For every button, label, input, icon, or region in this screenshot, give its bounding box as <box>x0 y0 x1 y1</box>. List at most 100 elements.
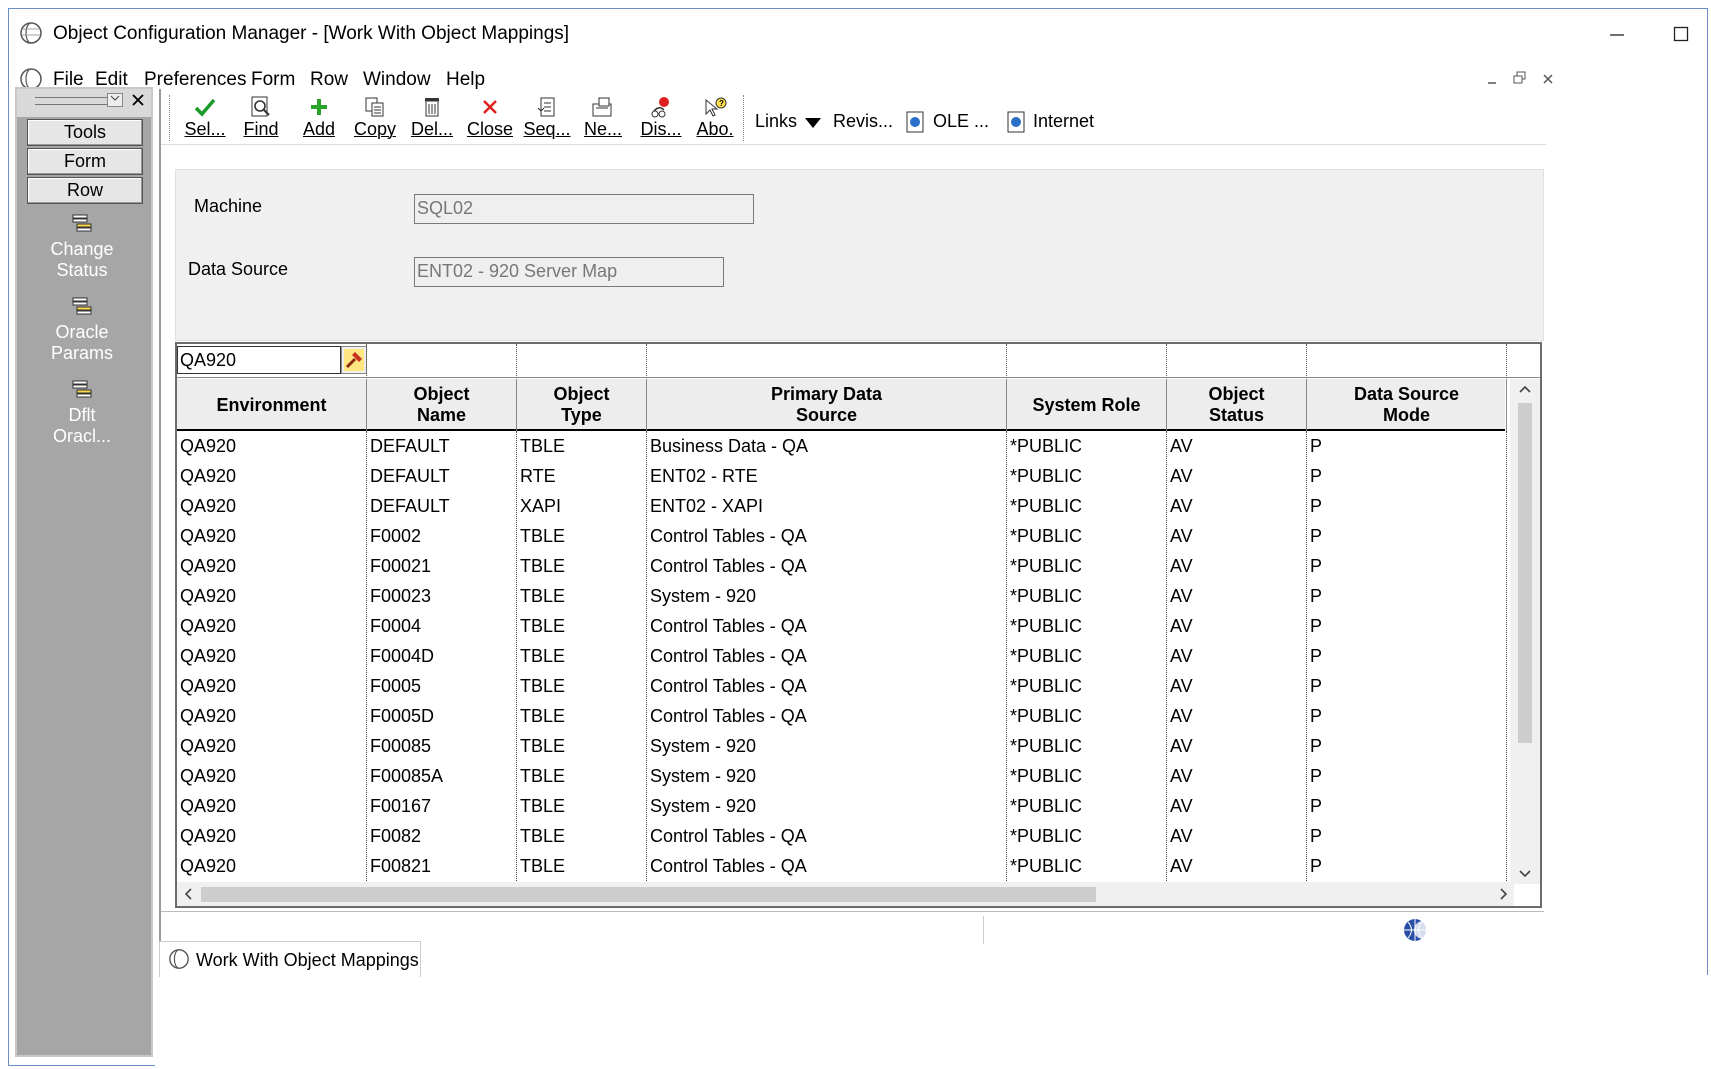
cell-object-type: TBLE <box>520 436 566 456</box>
tab-form[interactable]: Form <box>27 148 143 175</box>
scroll-up-arrow[interactable] <box>1510 381 1540 397</box>
internet-button[interactable]: Internet <box>1033 111 1094 132</box>
change-status-line1: Change <box>50 239 114 259</box>
about-button[interactable]: ? Abo. <box>687 93 743 143</box>
qbe-environment-input[interactable]: QA920 <box>177 346 341 374</box>
maximize-button[interactable] <box>1651 17 1711 51</box>
menu-preferences[interactable]: Preferences <box>144 69 246 91</box>
cell-object-status: AV <box>1170 676 1193 696</box>
cell-object-type: RTE <box>520 466 556 486</box>
horizontal-scroll-thumb[interactable] <box>201 887 1096 902</box>
horizontal-scrollbar[interactable] <box>177 882 1514 906</box>
menu-help[interactable]: Help <box>446 69 485 91</box>
close-button[interactable]: Close <box>462 93 518 143</box>
copy-button[interactable]: Copy <box>347 93 403 143</box>
mdi-restore-button[interactable] <box>1509 71 1531 91</box>
cell-object-type: TBLE <box>520 616 566 636</box>
col-object-status[interactable]: Object Status <box>1167 379 1307 431</box>
cell-primary-data-source: Control Tables - QA <box>650 676 807 696</box>
toolbar-grip[interactable] <box>169 95 173 141</box>
menu-window[interactable]: Window <box>363 69 431 91</box>
cell-object-status: AV <box>1170 526 1193 546</box>
select-button[interactable]: Sel... <box>177 93 233 143</box>
ole-button[interactable]: OLE ... <box>933 111 989 132</box>
dflt-oracle-action[interactable]: Dflt Oracl... <box>27 379 137 447</box>
col-system-role[interactable]: System Role <box>1007 379 1167 431</box>
cell-data-source-mode: P <box>1310 856 1323 876</box>
cell-system-role: *PUBLIC <box>1010 526 1083 546</box>
add-button[interactable]: Add <box>291 93 347 143</box>
chevron-left-icon[interactable] <box>183 888 193 900</box>
revisions-button[interactable]: Revis... <box>833 111 893 132</box>
vertical-scroll-thumb[interactable] <box>1518 403 1532 743</box>
next-button[interactable]: Ne... <box>575 93 631 143</box>
col-object-name[interactable]: Object Name <box>367 379 517 431</box>
chevron-down-icon[interactable] <box>804 117 822 129</box>
datasource-label: Data Source <box>188 259 289 279</box>
cell-primary-data-source: ENT02 - XAPI <box>650 496 764 516</box>
mdi-minimize-button[interactable] <box>1481 71 1503 91</box>
cell-data-source-mode: P <box>1310 586 1323 606</box>
chevron-right-icon[interactable] <box>1499 888 1509 900</box>
col-object-status-line2: Status <box>1208 405 1264 425</box>
panel-dropdown-button[interactable] <box>107 93 123 107</box>
sequence-button[interactable]: Seq... <box>519 93 575 143</box>
row-exit-icon <box>72 297 92 315</box>
close-label: Close <box>466 119 514 139</box>
links-menu[interactable]: Links <box>755 111 797 132</box>
qbe-search-button[interactable] <box>341 346 367 374</box>
copy-icon <box>365 97 384 117</box>
menu-form[interactable]: Form <box>251 69 295 91</box>
menu-row[interactable]: Row <box>310 69 348 91</box>
col-environment[interactable]: Environment <box>177 379 367 431</box>
col-data-source-mode[interactable]: Data Source Mode <box>1307 379 1507 431</box>
next-icon <box>592 97 612 117</box>
cell-object-name: F0002 <box>370 526 422 546</box>
ole-icon[interactable] <box>905 111 925 133</box>
delete-label: Del... <box>410 119 453 139</box>
dflt-oracle-line2: Oracl... <box>52 426 111 446</box>
tab-row[interactable]: Row <box>27 177 143 204</box>
cell-object-name: F00821 <box>370 856 432 876</box>
about-label: Abo. <box>696 119 734 139</box>
cell-data-source-mode: P <box>1310 766 1323 786</box>
next-label: Ne... <box>583 119 622 139</box>
cell-object-status: AV <box>1170 796 1193 816</box>
window-tab-work-with-object-mappings[interactable]: Work With Object Mappings <box>159 941 421 977</box>
cell-object-type: TBLE <box>520 646 566 666</box>
display-button[interactable]: Dis... <box>633 93 689 143</box>
cell-object-name: F00167 <box>370 796 432 816</box>
col-object-type[interactable]: Object Type <box>517 379 647 431</box>
panel-grip[interactable] <box>35 97 115 105</box>
mappings-grid: QA920 Environment Object Name Object Type … <box>175 342 1542 908</box>
cell-environment: QA920 <box>180 766 237 786</box>
datasource-field[interactable]: ENT02 - 920 Server Map <box>414 257 724 287</box>
vertical-scrollbar[interactable] <box>1510 379 1540 884</box>
main-form-area: Sel... Find Add Copy Del... Close Seq...… <box>159 89 1546 969</box>
toolbar-separator <box>743 95 747 141</box>
dflt-oracle-line1: Dflt <box>68 405 96 425</box>
col-primary-data-source[interactable]: Primary Data Source <box>647 379 1007 431</box>
minimize-button[interactable] <box>1587 17 1647 51</box>
change-status-action[interactable]: Change Status <box>27 213 137 281</box>
col-object-name-line2: Name <box>416 405 466 425</box>
machine-field[interactable]: SQL02 <box>414 194 754 224</box>
oracle-params-action[interactable]: Oracle Params <box>27 296 137 364</box>
window-title: Object Configuration Manager - [Work Wit… <box>53 23 570 44</box>
cell-system-role: *PUBLIC <box>1010 496 1083 516</box>
cell-object-name: DEFAULT <box>370 496 450 516</box>
grid-header: Environment Object Name Object Type Primar… <box>177 379 1507 431</box>
mdi-close-button[interactable] <box>1537 71 1559 91</box>
chevron-down-icon <box>1519 870 1531 878</box>
cell-object-name: F0005D <box>370 706 435 726</box>
cell-environment: QA920 <box>180 436 237 456</box>
panel-close-button[interactable] <box>129 91 147 109</box>
scroll-down-arrow[interactable] <box>1510 866 1540 882</box>
tab-tools[interactable]: Tools <box>27 119 143 146</box>
delete-button[interactable]: Del... <box>404 93 460 143</box>
cell-object-status: AV <box>1170 586 1193 606</box>
cell-system-role: *PUBLIC <box>1010 676 1083 696</box>
find-button[interactable]: Find <box>233 93 289 143</box>
cell-data-source-mode: P <box>1310 556 1323 576</box>
internet-icon[interactable] <box>1006 111 1026 133</box>
